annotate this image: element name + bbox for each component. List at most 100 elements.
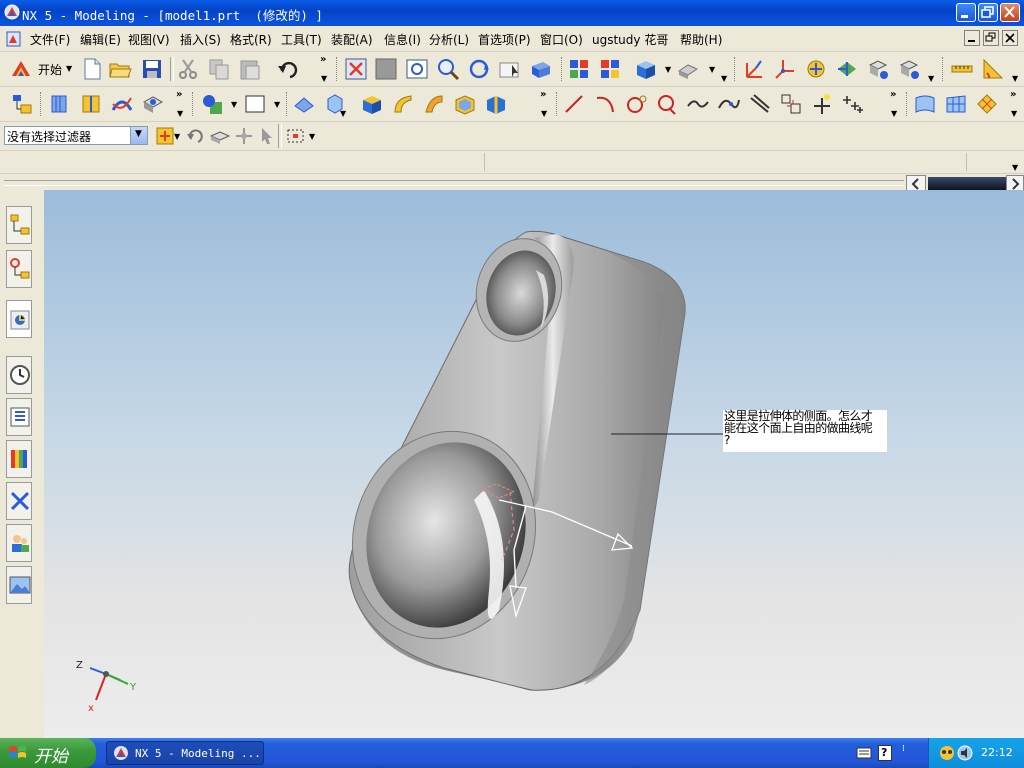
new-file-icon[interactable] <box>80 57 104 81</box>
menu-view[interactable]: 视图(V) <box>128 31 170 48</box>
toolbar-overflow-icon[interactable]: » <box>320 54 326 65</box>
chevron-down-icon[interactable]: ▼ <box>665 65 671 74</box>
move-layer-icon[interactable] <box>598 57 622 81</box>
doc-restore-button[interactable] <box>983 30 999 46</box>
menu-window[interactable]: 窗口(O) <box>540 31 583 48</box>
paste-icon[interactable] <box>238 57 262 81</box>
draft-icon[interactable] <box>422 92 446 116</box>
extruded-part[interactable] <box>326 229 686 691</box>
line-icon[interactable] <box>562 92 586 116</box>
rotate-icon[interactable] <box>467 57 491 81</box>
zoom-box-icon[interactable] <box>374 57 398 81</box>
snap-point-icon[interactable] <box>232 124 256 148</box>
reset-filter-icon[interactable] <box>184 124 208 148</box>
zoom-icon[interactable] <box>436 57 460 81</box>
chevron-down-icon[interactable]: ▼ <box>541 109 547 118</box>
copy-icon[interactable] <box>207 57 231 81</box>
dropdown-button[interactable]: ▼ <box>130 127 147 144</box>
wcs-dynamics-icon[interactable] <box>866 57 890 81</box>
chevron-down-icon[interactable]: ▼ <box>174 132 180 141</box>
chevron-down-icon[interactable]: ▼ <box>309 132 315 141</box>
menu-assemblies[interactable]: 装配(A) <box>331 31 373 48</box>
spline-icon[interactable] <box>686 92 710 116</box>
pan-icon[interactable] <box>498 57 522 81</box>
offset-curve-icon[interactable] <box>748 92 772 116</box>
open-folder-icon[interactable] <box>108 57 132 81</box>
minimize-button[interactable] <box>956 3 976 22</box>
menu-information[interactable]: 信息(I) <box>384 31 421 48</box>
chevron-down-icon[interactable]: ▼ <box>274 100 280 109</box>
chevron-down-icon[interactable]: ▼ <box>1011 109 1017 118</box>
palette-tab[interactable] <box>6 440 32 478</box>
point-set-icon[interactable] <box>841 92 865 116</box>
selection-filter-dropdown[interactable]: 没有选择过滤器 ▼ <box>4 126 148 145</box>
chevron-down-icon[interactable]: ▼ <box>177 109 183 118</box>
menu-file[interactable]: 文件(F) <box>30 31 70 48</box>
chevron-down-icon[interactable]: ▼ <box>1012 74 1018 83</box>
start-button[interactable]: 开始 ▼ <box>8 56 74 82</box>
block-icon[interactable] <box>292 92 316 116</box>
process-studio-tab[interactable] <box>6 482 32 520</box>
keyboard-icon[interactable] <box>856 746 872 760</box>
rectangle-select-icon[interactable] <box>284 124 308 148</box>
menu-preferences[interactable]: 首选项(P) <box>478 31 531 48</box>
chevron-down-icon[interactable]: ▼ <box>321 74 327 83</box>
shaded-cube-icon[interactable] <box>634 57 658 81</box>
doc-minimize-button[interactable] <box>964 30 980 46</box>
constraint-navigator-tab[interactable] <box>6 250 32 288</box>
select-feature-icon[interactable] <box>256 124 280 148</box>
revolve-icon[interactable] <box>79 92 103 116</box>
datum-point-icon[interactable] <box>810 92 834 116</box>
datum-plane-icon[interactable] <box>243 92 267 116</box>
roles-tab[interactable] <box>6 524 32 562</box>
shell-icon[interactable] <box>453 92 477 116</box>
sketch-icon[interactable] <box>200 92 224 116</box>
help-icon[interactable]: ? <box>878 745 892 761</box>
zoom-window-icon[interactable] <box>405 57 429 81</box>
thread-icon[interactable] <box>484 92 508 116</box>
wcs-orient-icon[interactable] <box>835 57 859 81</box>
wcs-save-icon[interactable] <box>897 57 921 81</box>
doc-close-button[interactable] <box>1002 30 1018 46</box>
reuse-library-tab[interactable] <box>6 398 32 436</box>
mesh-surface-icon[interactable] <box>944 92 968 116</box>
messenger-icon[interactable] <box>939 745 955 761</box>
measure-distance-icon[interactable] <box>950 57 974 81</box>
restore-button[interactable] <box>978 3 998 22</box>
curve-through-points-icon[interactable] <box>717 92 741 116</box>
volume-icon[interactable] <box>957 745 973 761</box>
chevron-down-icon[interactable]: ▼ <box>721 74 727 83</box>
extrude-icon[interactable] <box>48 92 72 116</box>
point-icon[interactable] <box>655 92 679 116</box>
cut-icon[interactable] <box>176 57 200 81</box>
chevron-down-icon[interactable]: ▼ <box>709 65 715 74</box>
graphics-viewport[interactable]: Z Y x 这里是拉伸体的侧面。怎么才 能在这个面上自由的做曲线呢 ? <box>44 190 1024 738</box>
fit-view-icon[interactable] <box>344 57 368 81</box>
toolbar-overflow-icon[interactable]: » <box>890 89 896 100</box>
model-canvas[interactable] <box>44 190 1024 738</box>
close-button[interactable] <box>1000 3 1020 22</box>
hole-icon[interactable] <box>141 92 165 116</box>
chevron-down-icon[interactable]: ▼ <box>231 100 237 109</box>
menu-edit[interactable]: 编辑(E) <box>80 31 121 48</box>
surface-edit-icon[interactable] <box>975 92 999 116</box>
menu-analysis[interactable]: 分析(L) <box>429 31 469 48</box>
sweep-icon[interactable] <box>110 92 134 116</box>
menu-help[interactable]: 帮助(H) <box>680 31 722 48</box>
toolbar-overflow-icon[interactable]: » <box>540 89 546 100</box>
surface-icon[interactable] <box>913 92 937 116</box>
taskbar-window-nx[interactable]: NX 5 - Modeling ... <box>106 741 264 765</box>
chevron-down-icon[interactable]: ▼ <box>1012 163 1018 172</box>
chamfer-icon[interactable] <box>391 92 415 116</box>
view-cube-icon[interactable] <box>529 57 553 81</box>
layer-settings-icon[interactable] <box>567 57 591 81</box>
menu-insert[interactable]: 插入(S) <box>180 31 221 48</box>
wcs-icon[interactable] <box>742 57 766 81</box>
system-scenes-tab[interactable] <box>6 566 32 604</box>
part-navigator-icon[interactable] <box>10 92 34 116</box>
menu-ugstudy[interactable]: ugstudy 花哥 <box>592 31 668 48</box>
taskbar-start-button[interactable]: 开始 <box>0 738 96 768</box>
toolbar-overflow-icon[interactable]: » <box>176 89 182 100</box>
undo-icon[interactable] <box>276 57 300 81</box>
circle-icon[interactable] <box>624 92 648 116</box>
